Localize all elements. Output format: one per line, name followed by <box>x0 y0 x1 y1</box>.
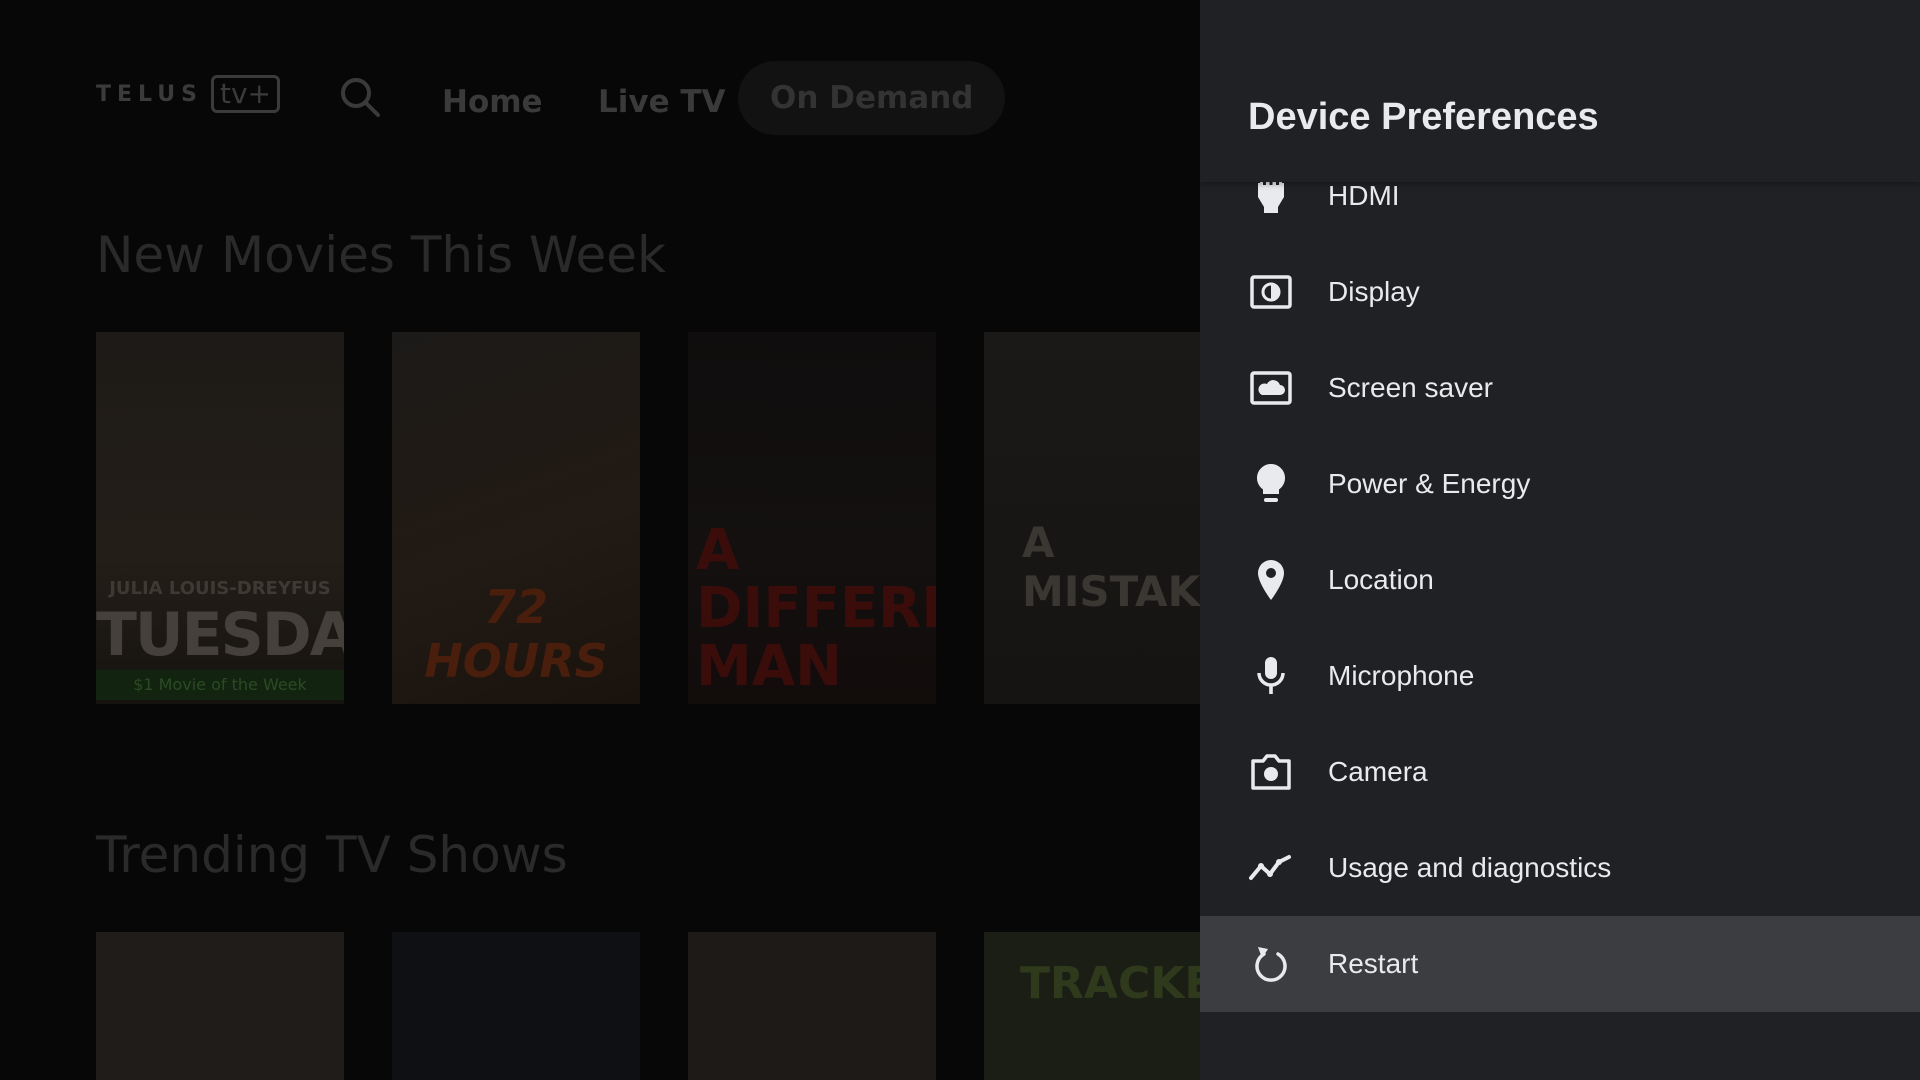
menu-label: Screen saver <box>1328 372 1493 403</box>
poster-tracker[interactable]: TRACKER <box>984 932 1200 1080</box>
screen-saver-icon <box>1248 365 1294 411</box>
telus-tv-logo: TELUS tv+ <box>96 74 280 114</box>
poster-top-line: JULIA LOUIS-DREYFUS <box>109 578 331 599</box>
poster-ribbon: $1 Movie of the Week <box>96 670 344 700</box>
poster-tuesday[interactable]: JULIA LOUIS-DREYFUS TUESDAY $1 Movie of … <box>96 332 344 704</box>
microphone-icon <box>1248 653 1294 699</box>
logo-badge: tv+ <box>210 75 280 113</box>
poster-72-hours[interactable]: 72 HOURS <box>392 332 640 704</box>
location-icon <box>1248 557 1294 603</box>
menu-item-screen-saver[interactable]: Screen saver <box>1200 340 1920 436</box>
poster-a-mistake[interactable]: A MISTAKE <box>984 332 1200 704</box>
power-energy-icon <box>1248 461 1294 507</box>
panel-title: Device Preferences <box>1248 96 1599 138</box>
nav-home[interactable]: Home <box>442 66 543 138</box>
poster-trending-1[interactable] <box>96 932 344 1080</box>
poster-title: TUESDAY <box>96 600 344 670</box>
poster-title: A MISTAKE <box>1022 518 1200 616</box>
menu-item-power-energy[interactable]: Power & Energy <box>1200 436 1920 532</box>
top-navigation: TELUS tv+ Home Live TV On Demand <box>0 58 1200 135</box>
row-title-new-movies: New Movies This Week <box>96 226 666 284</box>
poster-trending-3[interactable] <box>688 932 936 1080</box>
menu-item-microphone[interactable]: Microphone <box>1200 628 1920 724</box>
menu-item-location[interactable]: Location <box>1200 532 1920 628</box>
menu-label: Camera <box>1328 756 1428 787</box>
menu-label: HDMI <box>1328 180 1400 211</box>
menu-item-usage-diagnostics[interactable]: Usage and diagnostics <box>1200 820 1920 916</box>
menu-label: Display <box>1328 276 1420 307</box>
camera-icon <box>1248 749 1294 795</box>
menu-label: Restart <box>1328 948 1419 979</box>
poster-title: 72 HOURS <box>424 580 608 688</box>
panel-header: Device Preferences <box>1200 0 1920 182</box>
menu-item-display[interactable]: Display <box>1200 244 1920 340</box>
background-app: TELUS tv+ Home Live TV On Demand New Mov… <box>0 0 1200 1080</box>
menu-label: Microphone <box>1328 660 1475 691</box>
poster-trending-2[interactable] <box>392 932 640 1080</box>
poster-title: TRACKER <box>1020 958 1200 1009</box>
usage-diagnostics-icon <box>1248 845 1294 891</box>
restart-icon <box>1248 941 1294 987</box>
logo-wordmark: TELUS <box>96 81 203 107</box>
search-icon[interactable] <box>338 75 382 119</box>
menu-label: Location <box>1328 564 1434 595</box>
poster-a-different-man[interactable]: A DIFFERENT MAN <box>688 332 936 704</box>
device-preferences-panel: Device Preferences HDMI Display Screen s… <box>1200 0 1920 1080</box>
nav-on-demand[interactable]: On Demand <box>738 61 1006 135</box>
menu-item-camera[interactable]: Camera <box>1200 724 1920 820</box>
row-title-trending-tv: Trending TV Shows <box>96 826 568 884</box>
menu-item-restart[interactable]: Restart <box>1200 916 1920 1012</box>
poster-title: A DIFFERENT MAN <box>696 518 936 699</box>
display-icon <box>1248 269 1294 315</box>
menu-label: Usage and diagnostics <box>1328 852 1612 883</box>
nav-live-tv[interactable]: Live TV <box>598 66 726 138</box>
menu-label: Power & Energy <box>1328 468 1531 499</box>
